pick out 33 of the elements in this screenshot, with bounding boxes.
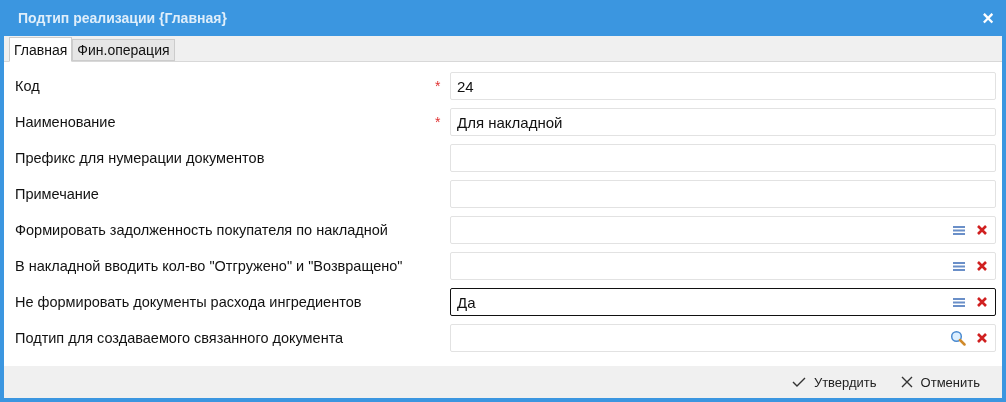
- field-label: Наименование: [15, 114, 117, 130]
- input-field[interactable]: Да: [450, 288, 996, 316]
- tab[interactable]: Фин.операция: [72, 39, 175, 61]
- clear-icon[interactable]: [976, 296, 988, 308]
- clear-icon[interactable]: [976, 332, 988, 344]
- input-field[interactable]: [450, 216, 996, 244]
- search-icon[interactable]: [950, 330, 966, 346]
- confirm-button[interactable]: Утвердить: [791, 374, 877, 390]
- input-field[interactable]: 24: [450, 72, 996, 100]
- field-label: В накладной вводить кол-во "Отгружено" и "Возвращено": [15, 258, 404, 274]
- input-field[interactable]: [450, 324, 996, 352]
- input-field[interactable]: [450, 180, 996, 208]
- field-label: Код: [15, 78, 41, 94]
- field-label: Примечание: [15, 186, 100, 202]
- required-mark: *: [435, 78, 441, 94]
- field-label: Формировать задолженность покупателя по накладной: [15, 222, 389, 238]
- required-mark: *: [435, 114, 441, 130]
- input-field[interactable]: Для накладной: [450, 108, 996, 136]
- clear-icon[interactable]: [976, 224, 988, 236]
- list-icon[interactable]: [952, 224, 966, 236]
- field-label: Подтип для создаваемого связанного документа: [15, 330, 345, 346]
- input-field[interactable]: [450, 144, 996, 172]
- cross-icon: [900, 376, 913, 388]
- field-label: Префикс для нумерации документов: [15, 150, 266, 166]
- check-icon: [791, 376, 806, 388]
- tab[interactable]: Главная: [9, 37, 73, 62]
- field-label: Не формировать документы расхода ингредиентов: [15, 294, 363, 310]
- clear-icon[interactable]: [976, 260, 988, 272]
- cancel-button[interactable]: Отменить: [900, 374, 980, 390]
- input-field[interactable]: [450, 252, 996, 280]
- list-icon[interactable]: [952, 260, 966, 272]
- list-icon[interactable]: [952, 296, 966, 308]
- window-title: Подтип реализации {Главная}: [18, 10, 227, 26]
